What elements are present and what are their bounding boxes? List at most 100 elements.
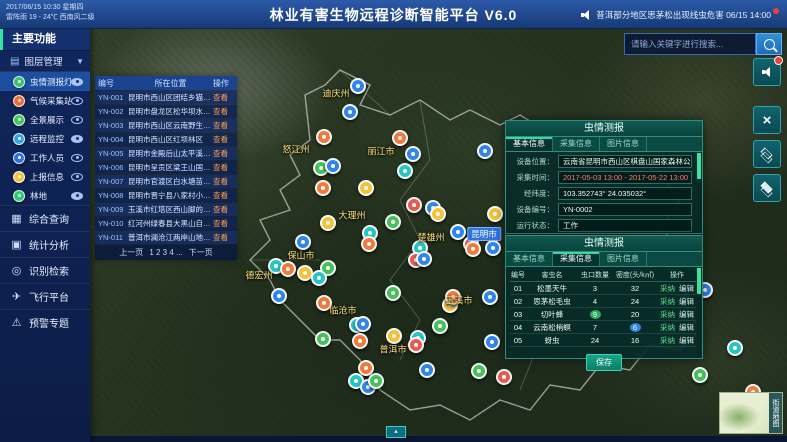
view-link[interactable]: 查看 [213, 190, 237, 201]
map-marker[interactable] [419, 362, 435, 378]
prev-page-button[interactable]: 上一页 [119, 247, 143, 258]
sidebar-group-layer-manage[interactable]: ▤ 图层管理 ▼ [0, 51, 90, 72]
map-marker[interactable] [397, 163, 413, 179]
map-marker[interactable] [416, 251, 432, 267]
stack-tool-button[interactable] [753, 174, 781, 202]
tab-1[interactable]: 基本信息 [506, 252, 553, 266]
next-page-button[interactable]: 下一页 [189, 247, 213, 258]
field-value[interactable]: 工作 [558, 219, 692, 232]
view-link[interactable]: 查看 [213, 162, 237, 173]
map-marker[interactable] [358, 180, 374, 196]
map-marker[interactable] [430, 206, 446, 222]
edit-link[interactable]: 编辑 [679, 336, 694, 345]
view-link[interactable]: 查看 [213, 106, 237, 117]
map-marker[interactable] [482, 289, 498, 305]
save-button[interactable]: 保存 [586, 354, 622, 371]
accept-link[interactable]: 采纳 [660, 336, 675, 345]
page-numbers[interactable]: 1 2 3 4 ... [149, 248, 182, 257]
sidebar-item-grid[interactable]: ▦综合查询 [0, 205, 90, 231]
edit-link[interactable]: 编辑 [679, 310, 694, 319]
map-marker[interactable] [280, 261, 296, 277]
map-marker[interactable] [450, 224, 466, 240]
accept-link[interactable]: 采纳 [660, 297, 675, 306]
edit-link[interactable]: 编辑 [679, 297, 694, 306]
eye-toggle-icon[interactable] [71, 154, 83, 162]
map-marker[interactable] [350, 78, 366, 94]
field-value[interactable]: 云南省昆明市西山区棋盘山国家森林公园 [558, 155, 692, 168]
map-marker[interactable] [385, 285, 401, 301]
info-scrollbar[interactable] [697, 153, 701, 229]
accept-link[interactable]: 采纳 [660, 284, 675, 293]
sidebar-layer-item[interactable]: 上报信息 [0, 167, 90, 186]
sidebar-layer-item[interactable]: 全景展示 [0, 110, 90, 129]
tab-2[interactable]: 采集信息 [553, 137, 600, 151]
map-marker[interactable] [271, 288, 287, 304]
map-marker[interactable] [315, 180, 331, 196]
view-link[interactable]: 查看 [213, 204, 237, 215]
eye-toggle-icon[interactable] [71, 173, 83, 181]
map-marker[interactable] [471, 363, 487, 379]
sidebar-layer-item[interactable]: 虫情测报灯 [0, 72, 90, 91]
view-link[interactable]: 查看 [213, 232, 237, 243]
map-marker[interactable] [320, 215, 336, 231]
eye-toggle-icon[interactable] [71, 116, 83, 124]
map-marker[interactable] [315, 331, 331, 347]
view-link[interactable]: 查看 [213, 120, 237, 131]
map-marker[interactable] [316, 129, 332, 145]
sidebar-layer-item[interactable]: 林地 [0, 186, 90, 205]
edit-link[interactable]: 编辑 [679, 323, 694, 332]
map-bottom-toggle[interactable]: ▴ [386, 426, 406, 438]
tab-3[interactable]: 图片信息 [600, 137, 647, 151]
sidebar-item-scan[interactable]: ◎识别检索 [0, 257, 90, 283]
map-marker[interactable] [406, 197, 422, 213]
map-marker[interactable] [311, 270, 327, 286]
tab-1[interactable]: 基本信息 [506, 137, 553, 151]
map-marker[interactable] [484, 334, 500, 350]
sidebar-layer-item[interactable]: 气候采集站 [0, 91, 90, 110]
sidebar-item-drone[interactable]: ✈飞行平台 [0, 283, 90, 309]
view-link[interactable]: 查看 [213, 134, 237, 145]
sidebar-layer-item[interactable]: 工作人员 [0, 148, 90, 167]
eye-toggle-icon[interactable] [71, 135, 83, 143]
view-link[interactable]: 查看 [213, 218, 237, 229]
accept-link[interactable]: 采纳 [660, 310, 675, 319]
map-marker[interactable] [405, 146, 421, 162]
map-marker[interactable] [342, 104, 358, 120]
eye-toggle-icon[interactable] [71, 192, 83, 200]
tab-2[interactable]: 采集信息 [553, 252, 600, 266]
edit-link[interactable]: 编辑 [679, 284, 694, 293]
collect-scrollbar[interactable] [697, 268, 701, 354]
map-marker[interactable] [385, 214, 401, 230]
expand-tool-button[interactable]: × [753, 106, 781, 134]
sidebar-item-alert[interactable]: ⚠预警专题 [0, 309, 90, 335]
map-marker[interactable] [432, 318, 448, 334]
map-marker[interactable] [496, 369, 512, 385]
eye-toggle-icon[interactable] [71, 78, 83, 86]
accept-link[interactable]: 采纳 [660, 323, 675, 332]
search-button[interactable] [756, 33, 782, 55]
map-marker[interactable] [368, 373, 384, 389]
map-marker[interactable] [727, 340, 743, 356]
map-marker[interactable] [355, 316, 371, 332]
sidebar-layer-item[interactable]: 远程监控 [0, 129, 90, 148]
view-link[interactable]: 查看 [213, 176, 237, 187]
map-marker[interactable] [487, 206, 503, 222]
field-value[interactable]: 2017-05-03 13:00 - 2017-05-22 13:00 [558, 171, 692, 184]
view-link[interactable]: 查看 [213, 92, 237, 103]
map-marker[interactable] [325, 158, 341, 174]
field-value[interactable]: YN-0002 [558, 203, 692, 216]
map-marker[interactable] [408, 337, 424, 353]
layers-tool-button[interactable] [753, 140, 781, 168]
eye-toggle-icon[interactable] [71, 97, 83, 105]
map-marker[interactable] [465, 241, 481, 257]
tab-3[interactable]: 图片信息 [600, 252, 647, 266]
sidebar-item-chart[interactable]: ▣统计分析 [0, 231, 90, 257]
field-value[interactable]: 103.352743° 24.035032° [558, 187, 692, 200]
view-link[interactable]: 查看 [213, 148, 237, 159]
alert-ticker[interactable]: 普洱部分地区思茅松出现线虫危害 06/15 14:00 [581, 9, 779, 21]
map-marker[interactable] [477, 143, 493, 159]
map-marker[interactable] [485, 240, 501, 256]
map-marker[interactable] [361, 236, 377, 252]
search-input[interactable] [624, 33, 756, 55]
map-marker[interactable] [352, 333, 368, 349]
